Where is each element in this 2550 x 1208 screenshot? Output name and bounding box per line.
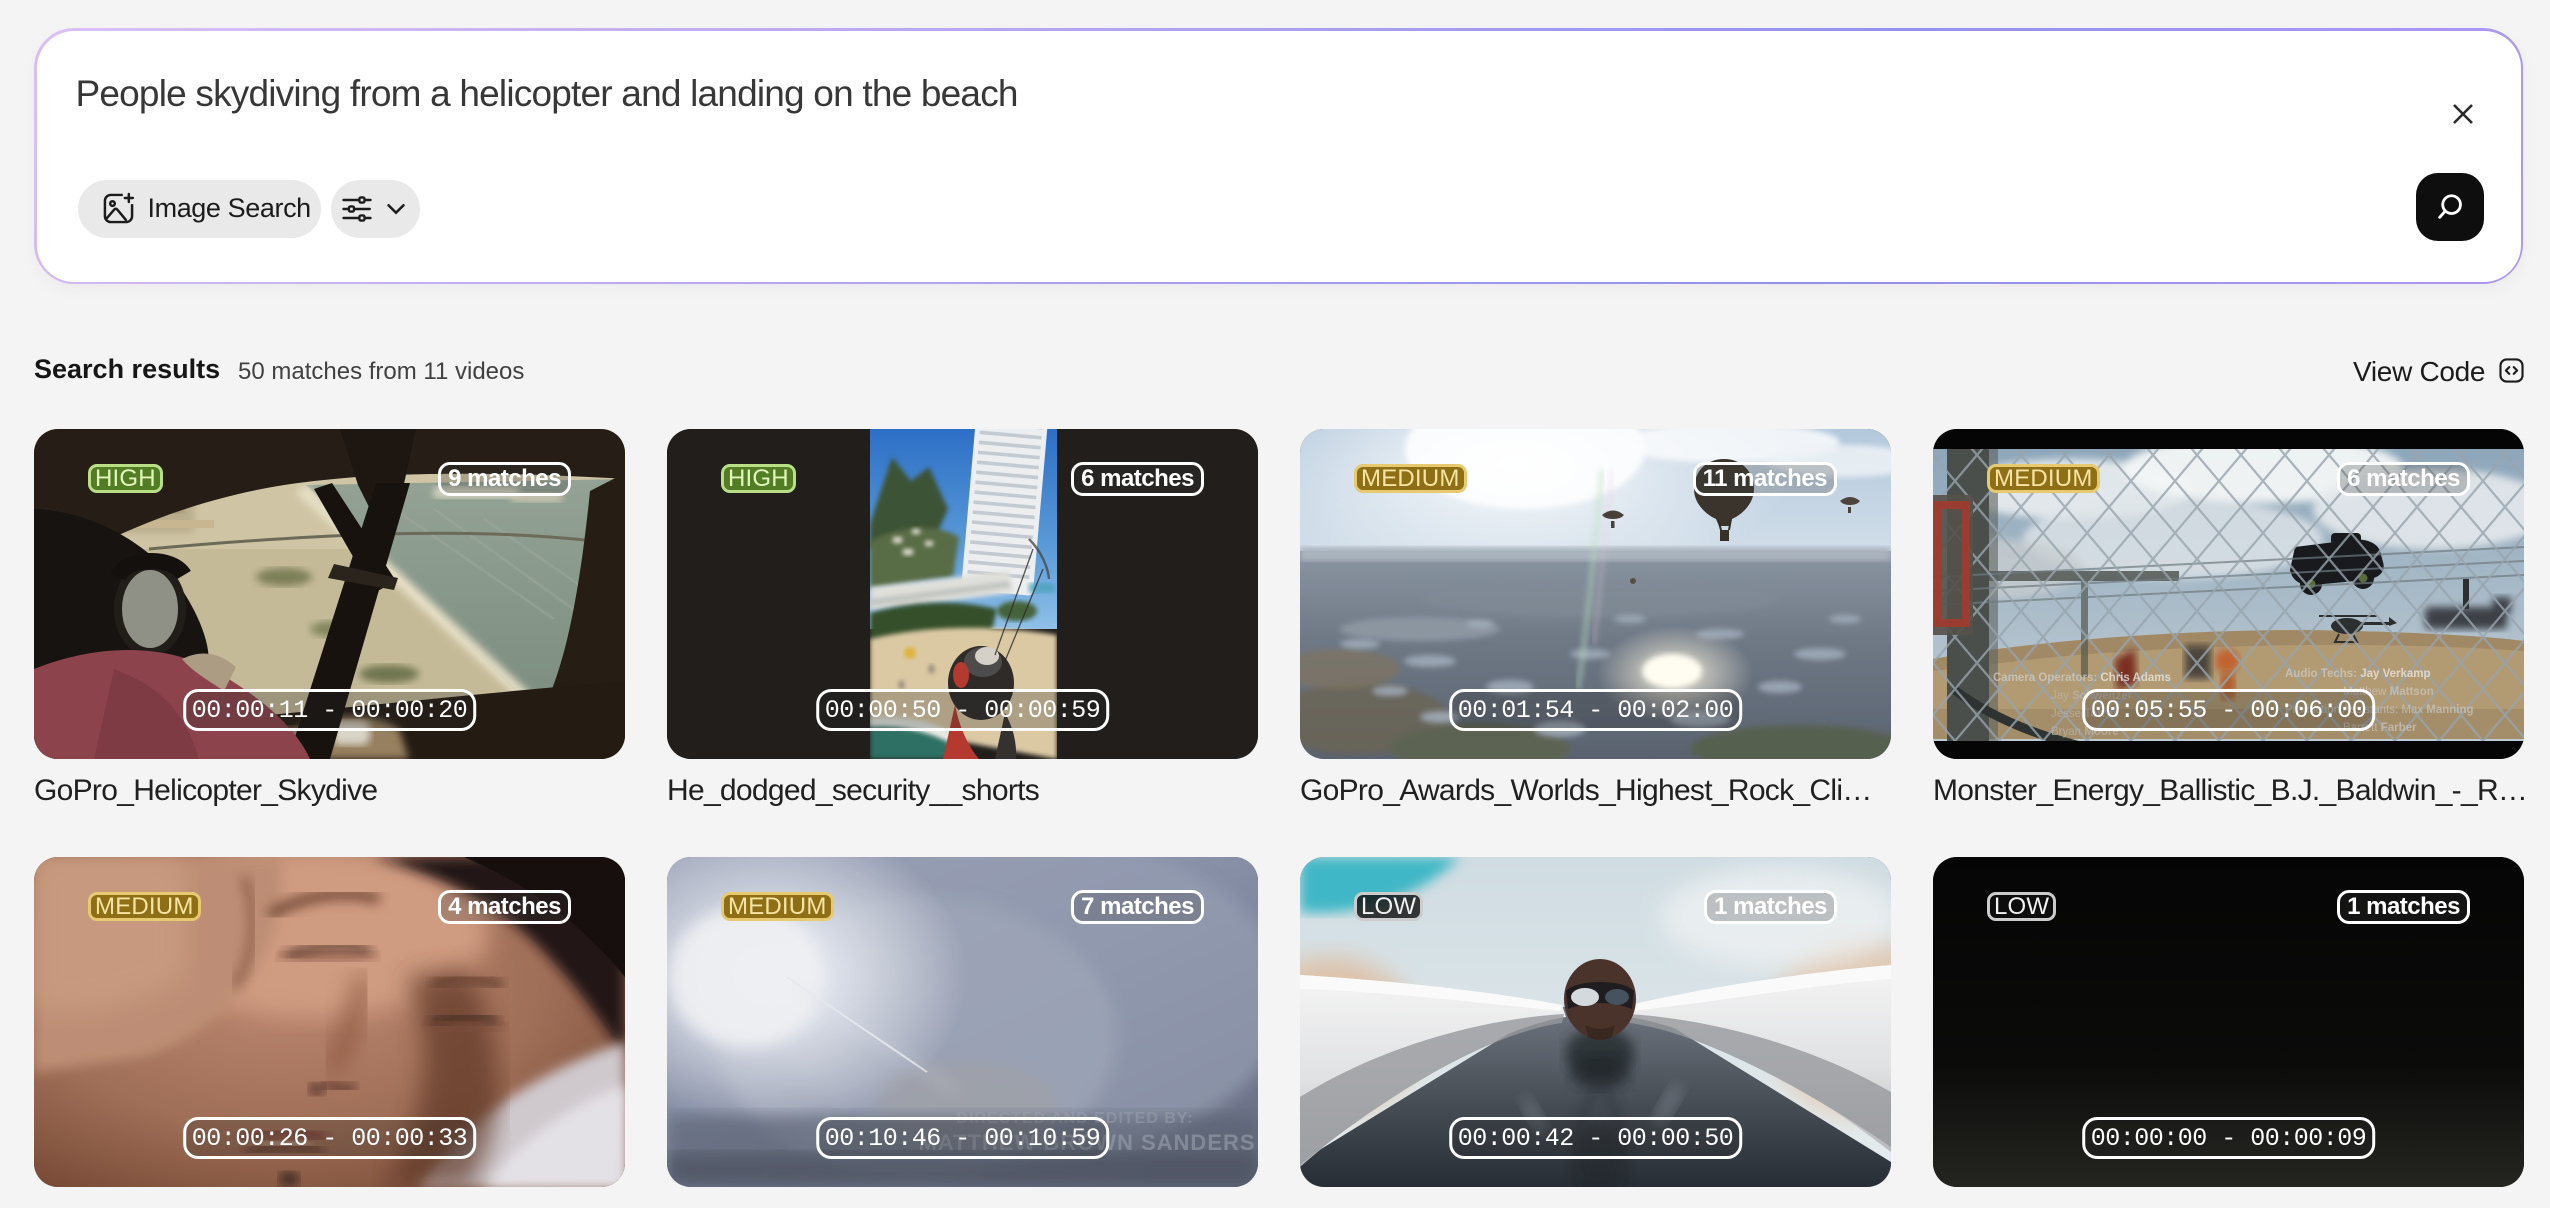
svg-text:Audio Techs: Jay Verkamp: Audio Techs: Jay Verkamp [2285,668,2431,680]
svg-text:Camera Operators: Chris Adams: Camera Operators: Chris Adams [1993,672,2171,684]
